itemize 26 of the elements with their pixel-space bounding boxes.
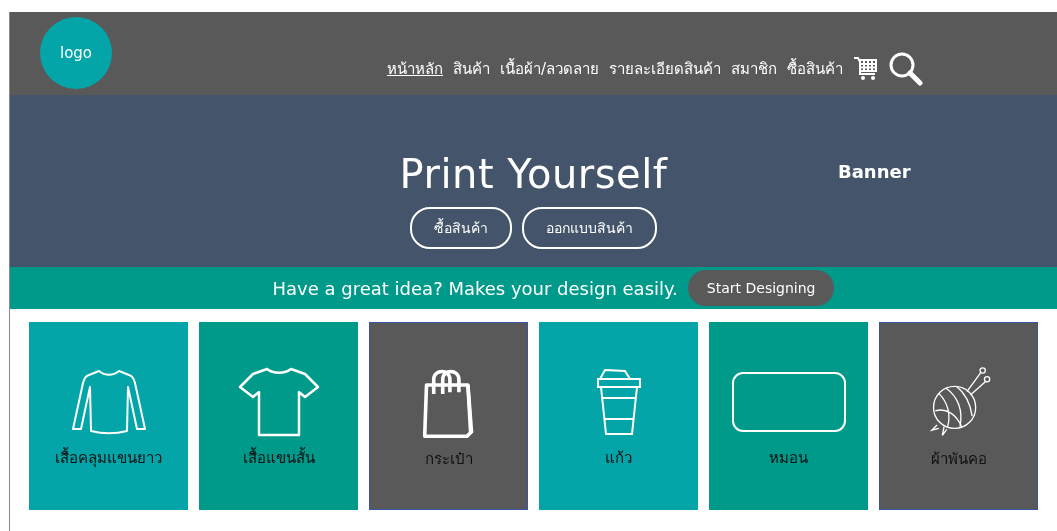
nav-link[interactable]: สินค้า <box>453 57 490 81</box>
category-label: ผ้าพันคอ <box>930 449 987 470</box>
banner-title: Print Yourself <box>399 151 668 197</box>
nav-link[interactable]: สมาชิก <box>731 57 778 81</box>
category-tile[interactable]: หมอน <box>709 322 868 510</box>
banner-button[interactable]: ซื้อสินค้า <box>410 207 512 249</box>
banner-label: Banner <box>838 161 911 182</box>
coffee-cup-icon <box>595 366 642 438</box>
category-label: เสื้อแขนสั้น <box>242 446 315 469</box>
banner-button[interactable]: ออกแบบสินค้า <box>522 207 657 249</box>
category-label: เสื้อคลุมแขนยาว <box>55 446 162 470</box>
category-label: แก้ว <box>605 448 632 469</box>
category-label: หมอน <box>769 448 808 469</box>
nav-link[interactable]: รายละเอียดสินค้า <box>609 57 722 81</box>
nav-link[interactable]: ซื้อสินค้า <box>787 57 844 81</box>
category-label: กระเป๋า <box>424 449 473 470</box>
nav-link[interactable]: เนื้อผ้า/ลวดลาย <box>500 57 600 81</box>
cart-icon[interactable] <box>853 56 880 82</box>
category-tile[interactable]: เสื้อคลุมแขนยาว <box>29 322 188 510</box>
start-designing-button[interactable]: Start Designing <box>687 270 835 306</box>
nav-link[interactable]: หน้าหลัก <box>387 57 443 81</box>
category-tile[interactable]: แก้ว <box>539 322 698 510</box>
category-tile[interactable]: เสื้อแขนสั้น <box>199 322 358 510</box>
t-shirt-icon <box>237 366 320 438</box>
search-icon[interactable] <box>889 52 924 86</box>
promo-text: Have a great idea? Makes your design easily. <box>272 277 678 299</box>
